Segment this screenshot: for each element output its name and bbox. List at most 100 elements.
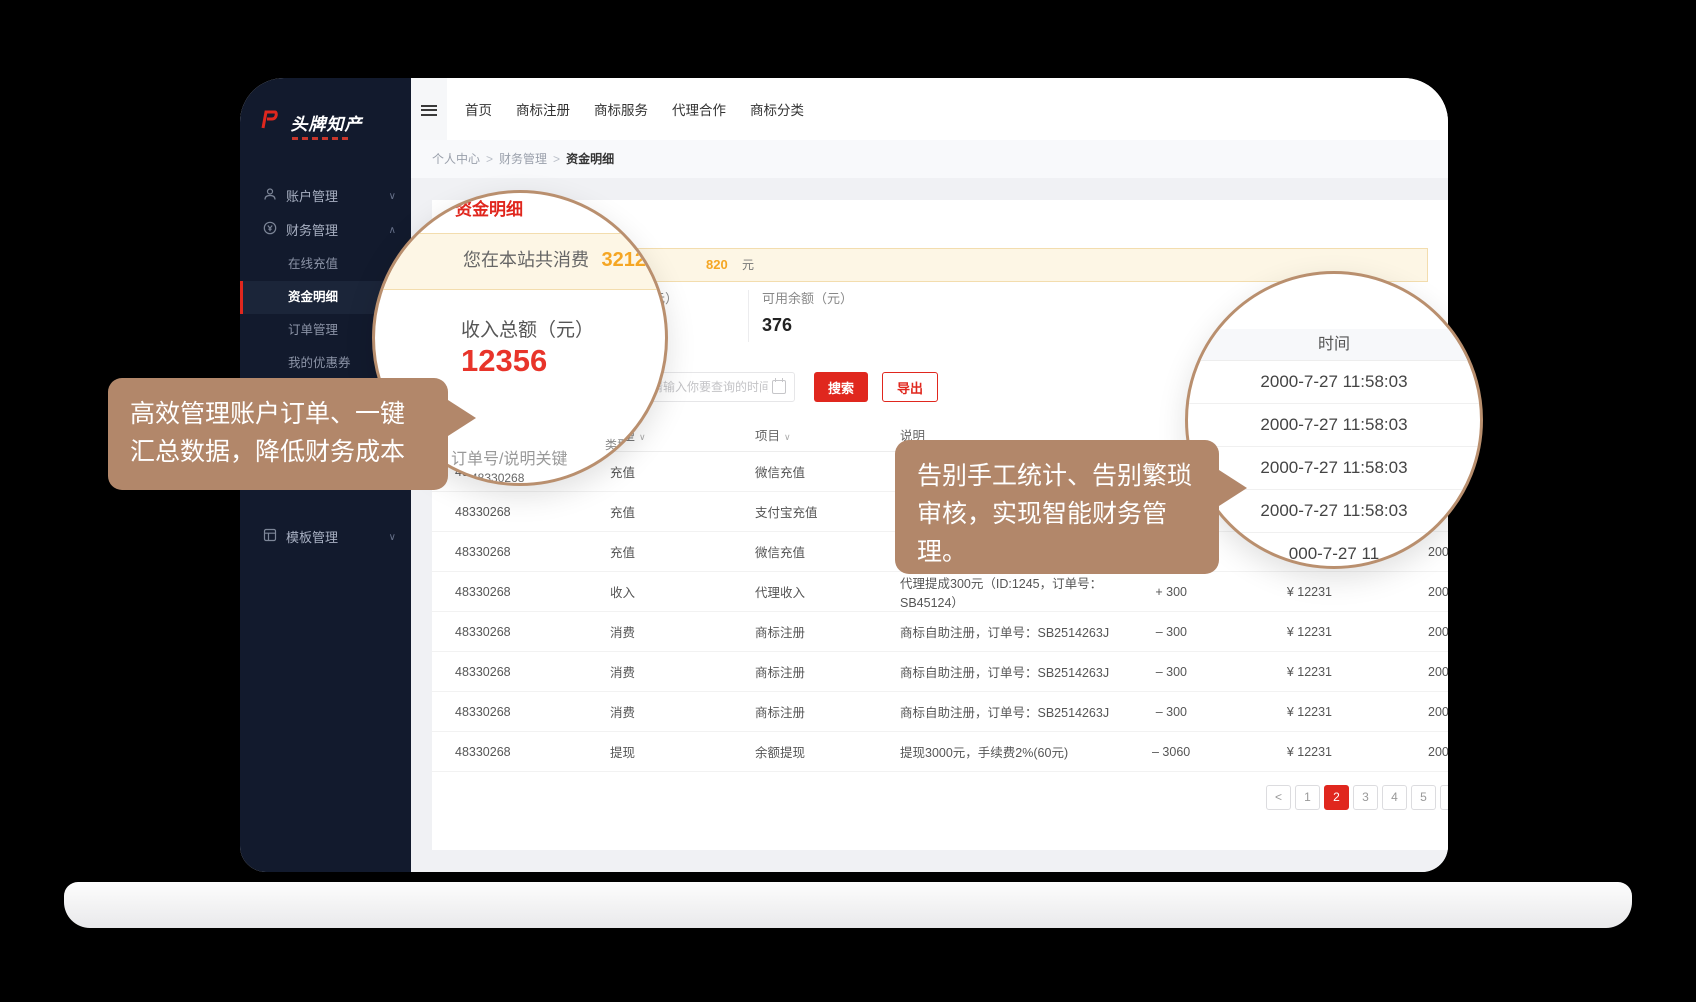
cell-order: 48330268 <box>455 625 610 639</box>
page-button-3[interactable]: 3 <box>1353 785 1378 810</box>
cell-order: 48330268 <box>455 665 610 679</box>
cell-desc: 商标自助注册，订单号：SB2514263J <box>900 622 1152 641</box>
brand-logo-icon <box>260 110 280 135</box>
callout-arrow-icon <box>1219 470 1247 506</box>
hamburger-icon[interactable] <box>411 78 447 140</box>
stat-balance-value: 376 <box>762 315 853 336</box>
brand-tagline <box>292 137 350 140</box>
sidebar-item-label: 模板管理 <box>286 530 338 545</box>
callout-left-text: 高效管理账户订单、一键汇总数据，降低财务成本 <box>130 400 405 466</box>
top-nav: 首页 商标注册 商标服务 代理合作 商标分类 <box>411 78 1448 141</box>
cell-type: 收入 <box>610 582 755 601</box>
cell-type: 充值 <box>610 502 755 521</box>
cell-amount: – 300 <box>1152 665 1187 679</box>
user-icon <box>262 180 278 214</box>
table-row[interactable]: 48330268消费商标注册商标自助注册，订单号：SB2514263J– 300… <box>432 612 1448 652</box>
page-next-button[interactable] <box>1440 785 1448 810</box>
nav-item-商标注册[interactable]: 商标注册 <box>516 99 570 119</box>
page-button-4[interactable]: 4 <box>1382 785 1407 810</box>
nav-items: 首页 商标注册 商标服务 代理合作 商标分类 <box>465 78 804 140</box>
cell-desc: 商标自助注册，订单号：SB2514263J <box>900 702 1152 721</box>
crumb-separator: > <box>486 152 493 166</box>
magnified-table-header: 订单号/说明关键 <box>451 445 567 469</box>
sidebar-item-账户管理[interactable]: 账户管理∨ <box>240 180 411 214</box>
magnified-time-partial: 000-7-27 11 <box>1188 532 1480 569</box>
cell-project: 商标注册 <box>755 662 900 681</box>
chevron-down-icon[interactable]: ∨ <box>784 432 791 442</box>
calendar-icon[interactable] <box>772 380 786 394</box>
page-button-1[interactable]: 1 <box>1295 785 1320 810</box>
magnified-banner: 您在本站共消费 32124 <box>375 233 665 290</box>
cell-time: 2000-7-27 11:58:03 <box>1332 705 1448 719</box>
cell-type: 消费 <box>610 622 755 641</box>
brand-name: 头牌知产 <box>290 110 362 135</box>
laptop-base <box>64 882 1632 928</box>
cell-balance: ¥ 12231 <box>1187 625 1332 639</box>
template-icon <box>262 521 278 555</box>
banner-amount-tail: 820 <box>706 249 728 281</box>
cell-desc: 商标自助注册，订单号：SB2514263J <box>900 662 1152 681</box>
cell-project: 微信充值 <box>755 542 900 561</box>
callout-left: 高效管理账户订单、一键汇总数据，降低财务成本 <box>108 378 448 490</box>
cell-project: 代理收入 <box>755 582 900 601</box>
cell-desc: 代理提成300元（ID:1245，订单号：SB45124） <box>900 573 1152 611</box>
cell-time: 2000-7-27 11:58:03 <box>1332 665 1448 679</box>
cell-project: 微信充值 <box>755 462 900 481</box>
cell-balance: ¥ 12231 <box>1187 745 1332 759</box>
nav-item-商标服务[interactable]: 商标服务 <box>594 99 648 119</box>
brand-logo[interactable]: 头牌知产 <box>240 78 411 164</box>
search-button[interactable]: 搜索 <box>814 372 868 402</box>
sidebar-item-模板管理[interactable]: 模板管理∨ <box>240 521 411 555</box>
crumb-个人中心[interactable]: 个人中心 <box>432 152 480 166</box>
crumb-财务管理[interactable]: 财务管理 <box>499 152 547 166</box>
cell-amount: – 300 <box>1152 705 1187 719</box>
table-row[interactable]: 48330268提现余额提现提现3000元，手续费2%(60元)– 3060¥ … <box>432 732 1448 772</box>
cell-order: 48330268 <box>455 505 610 519</box>
callout-right-text: 告别手工统计、告别繁琐审核，实现智能财务管理。 <box>917 462 1192 566</box>
page-prev-button[interactable]: < <box>1266 785 1291 810</box>
stat-balance-label: 可用余额（元） <box>762 288 853 307</box>
cell-time: 2000-7-27 11:58:03 <box>1332 625 1448 639</box>
cell-balance: ¥ 12231 <box>1187 585 1332 599</box>
table-row[interactable]: 48330268消费商标注册商标自助注册，订单号：SB2514263J– 300… <box>432 692 1448 732</box>
header-project[interactable]: 项目∨ <box>755 425 900 444</box>
banner-unit: 元 <box>742 249 754 281</box>
nav-item-代理合作[interactable]: 代理合作 <box>672 99 726 119</box>
cell-type: 消费 <box>610 702 755 721</box>
nav-item-首页[interactable]: 首页 <box>465 99 492 119</box>
cell-order: 48330268 <box>455 585 610 599</box>
magnified-banner-amount: 32124 <box>601 249 657 271</box>
cell-project: 商标注册 <box>755 702 900 721</box>
callout-arrow-icon <box>448 400 476 436</box>
cell-order: 48330268 <box>455 745 610 759</box>
page-button-5[interactable]: 5 <box>1411 785 1436 810</box>
cell-type: 提现 <box>610 742 755 761</box>
pagination: <12345 <box>1266 785 1448 810</box>
export-button[interactable]: 导出 <box>882 372 938 402</box>
sidebar-item-label: 财务管理 <box>286 223 338 238</box>
magnified-stat-label: 收入总额（元） <box>461 315 594 342</box>
magnified-tab: 资金明细 <box>455 195 523 220</box>
crumb-separator: > <box>553 152 560 166</box>
cell-amount: – 3060 <box>1152 745 1187 759</box>
magnified-time-header: 时间 <box>1188 329 1480 361</box>
cell-project: 支付宝充值 <box>755 502 900 521</box>
stat-balance: 可用余额（元） 376 <box>762 288 853 336</box>
cell-desc: 提现3000元，手续费2%(60元) <box>900 742 1152 761</box>
finance-icon <box>262 214 278 248</box>
chevron-down-icon: ∨ <box>389 180 396 214</box>
magnified-type-header: 类型 ∨ <box>605 436 641 453</box>
magnified-banner-prefix: 您在本站共消费 <box>463 250 589 270</box>
table-row[interactable]: 48330268消费商标注册商标自助注册，订单号：SB2514263J– 300… <box>432 652 1448 692</box>
table-row[interactable]: 48330268收入代理收入代理提成300元（ID:1245，订单号：SB451… <box>432 572 1448 612</box>
nav-item-商标分类[interactable]: 商标分类 <box>750 99 804 119</box>
cell-order: 48330268 <box>455 705 610 719</box>
cell-amount: + 300 <box>1152 585 1187 599</box>
crumb-资金明细: 资金明细 <box>566 152 614 166</box>
magnified-stat-value: 12356 <box>461 343 547 379</box>
magnified-row-order: 48330268 <box>471 471 524 485</box>
page-button-2[interactable]: 2 <box>1324 785 1349 810</box>
cell-time: 2000-7-27 11:58:03 <box>1332 585 1448 599</box>
magnifier-right: 时间 2000-7-27 11:58:032000-7-27 11:58:032… <box>1185 271 1483 569</box>
cell-amount: – 300 <box>1152 625 1187 639</box>
